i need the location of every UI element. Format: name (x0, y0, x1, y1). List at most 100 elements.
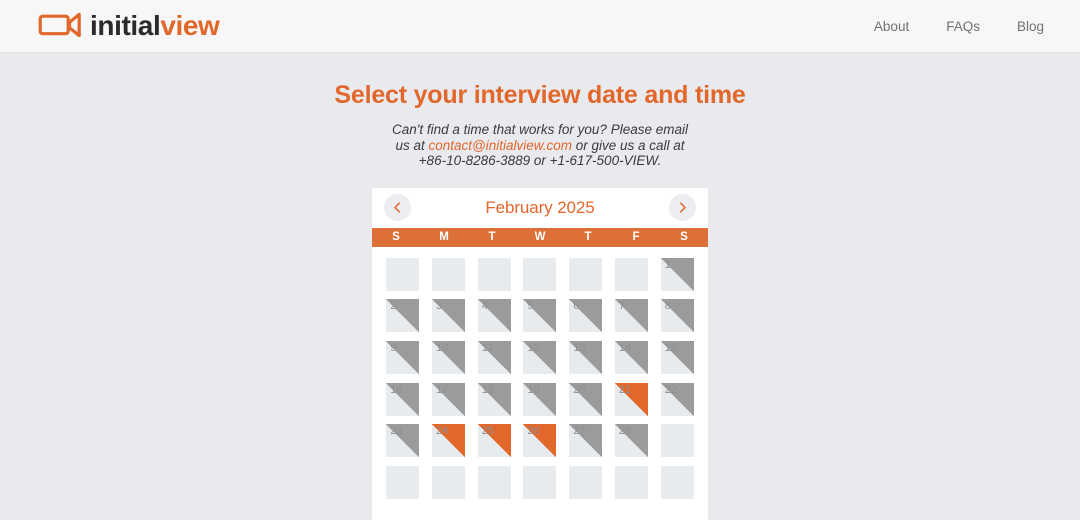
contact-email-link[interactable]: contact@initialview.com (428, 138, 572, 153)
calendar-empty-cell (523, 465, 557, 499)
calendar-empty-cell (432, 465, 466, 499)
weekday-label-tue: T (488, 231, 496, 244)
calendar-day-cell[interactable]: 10 (432, 340, 466, 374)
brand-logo[interactable]: initialview (38, 10, 220, 42)
nav-link-faqs[interactable]: FAQs (946, 19, 980, 34)
calendar-day-number: 10 (436, 341, 449, 354)
calendar-day-cell[interactable]: 13 (569, 340, 603, 374)
calendar-day-number: 24 (436, 425, 449, 438)
calendar-day-number: 26 (527, 425, 540, 438)
calendar-day-number: 28 (618, 425, 632, 438)
calendar-empty-cell (660, 424, 694, 458)
calendar-day-grid: 1 2 3 4 5 6 7 8 9 10 11 12 13 14 15 16 17 18 19 20 21 22 23 24 2… (372, 247, 708, 508)
calendar-day-number: 19 (527, 383, 540, 396)
site-header: initialview About FAQs Blog (0, 0, 1080, 53)
calendar-day-number: 7 (618, 300, 626, 313)
calendar-day-number: 20 (573, 383, 586, 396)
page-title: Select your interview date and time (334, 81, 746, 109)
calendar-day-cell[interactable]: 17 (432, 382, 466, 416)
calendar-day-cell[interactable]: 25 (477, 424, 511, 458)
calendar-day-cell[interactable]: 21 (614, 382, 648, 416)
calendar-day-cell[interactable]: 6 (569, 299, 603, 333)
calendar-empty-cell (477, 465, 511, 499)
calendar-day-number: 9 (390, 341, 397, 354)
calendar-day-cell[interactable]: 27 (569, 424, 603, 458)
calendar-empty-cell (477, 257, 511, 291)
calendar-day-cell[interactable]: 3 (432, 299, 466, 333)
weekday-label-fri: F (632, 231, 640, 244)
calendar-day-cell[interactable]: 7 (614, 299, 648, 333)
calendar-day-number: 23 (390, 425, 403, 438)
calendar-day-cell[interactable]: 23 (386, 424, 420, 458)
calendar-next-month-button[interactable] (669, 194, 696, 222)
brand-wordmark: initialview (90, 10, 220, 41)
weekday-label-wed: W (534, 231, 546, 244)
calendar-day-cell[interactable]: 2 (386, 299, 420, 333)
calendar-empty-cell (614, 257, 648, 291)
weekday-label-sun: S (392, 231, 400, 244)
calendar-day-number: 11 (481, 341, 494, 354)
calendar-day-cell[interactable]: 22 (660, 382, 694, 416)
nav-link-blog[interactable]: Blog (1017, 19, 1044, 34)
calendar-prev-month-button[interactable] (384, 194, 411, 222)
calendar-day-cell[interactable]: 20 (569, 382, 603, 416)
calendar-day-cell[interactable]: 4 (477, 299, 511, 333)
calendar-empty-cell (432, 257, 466, 291)
calendar-day-cell[interactable]: 28 (614, 424, 648, 458)
calendar-day-cell[interactable]: 9 (386, 340, 420, 374)
calendar-empty-cell (386, 257, 420, 291)
page-subtitle: Can't find a time that works for you? Pl… (390, 122, 690, 169)
calendar-empty-cell (569, 465, 603, 499)
calendar-day-number: 22 (664, 383, 677, 396)
main-nav: About FAQs Blog (874, 19, 1044, 34)
calendar-weekday-header: S M T W T F S (372, 227, 708, 247)
calendar-day-cell[interactable]: 15 (660, 340, 694, 374)
calendar-day-number: 15 (664, 341, 677, 354)
calendar-day-number: 14 (618, 341, 632, 354)
calendar-day-number: 21 (618, 383, 632, 396)
calendar-day-number: 8 (664, 300, 671, 313)
calendar-day-number: 3 (436, 300, 443, 313)
calendar-day-number: 6 (573, 300, 580, 313)
calendar-day-cell[interactable]: 5 (523, 299, 557, 333)
weekday-label-mon: M (439, 231, 449, 244)
calendar-day-number: 13 (573, 341, 586, 354)
calendar-day-number: 12 (527, 341, 540, 354)
calendar-day-number: 18 (481, 383, 495, 396)
calendar-day-cell[interactable]: 8 (660, 299, 694, 333)
video-camera-icon (38, 11, 83, 42)
calendar-day-cell[interactable]: 11 (477, 340, 511, 374)
calendar-day-number: 4 (481, 300, 488, 313)
calendar-day-number: 1 (664, 258, 671, 271)
chevron-right-icon (676, 201, 689, 214)
calendar-toolbar: February 2025 (372, 188, 708, 228)
calendar-empty-cell (660, 465, 694, 499)
calendar-day-cell[interactable]: 18 (477, 382, 511, 416)
calendar-day-number: 16 (390, 383, 403, 396)
brand-word-view: view (160, 10, 220, 41)
calendar-day-number: 5 (527, 300, 534, 313)
calendar-day-number: 25 (481, 425, 495, 438)
calendar-day-cell[interactable]: 14 (614, 340, 648, 374)
calendar-day-cell[interactable]: 26 (523, 424, 557, 458)
calendar-day-cell[interactable]: 24 (432, 424, 466, 458)
page-body: Select your interview date and time Can'… (0, 53, 1080, 520)
calendar-day-number: 2 (390, 300, 397, 313)
calendar-day-cell[interactable]: 12 (523, 340, 557, 374)
calendar-day-number: 17 (436, 383, 449, 396)
calendar-empty-cell (614, 465, 648, 499)
nav-link-about[interactable]: About (874, 19, 909, 34)
calendar-month-label: February 2025 (485, 197, 595, 217)
weekday-label-thu: T (584, 231, 592, 244)
calendar-empty-cell (386, 465, 420, 499)
brand-word-initial: initial (90, 10, 161, 41)
calendar-day-cell[interactable]: 1 (660, 257, 694, 291)
calendar-empty-cell (523, 257, 557, 291)
calendar-card: February 2025 S M T W T F S 1 2 3 4 5 6 7 8 9 10 1… (372, 187, 708, 520)
calendar-day-cell[interactable]: 16 (386, 382, 420, 416)
calendar-day-number: 27 (573, 425, 586, 438)
calendar-empty-cell (569, 257, 603, 291)
weekday-label-sat: S (680, 231, 688, 244)
calendar-day-cell[interactable]: 19 (523, 382, 557, 416)
chevron-left-icon (391, 201, 404, 214)
